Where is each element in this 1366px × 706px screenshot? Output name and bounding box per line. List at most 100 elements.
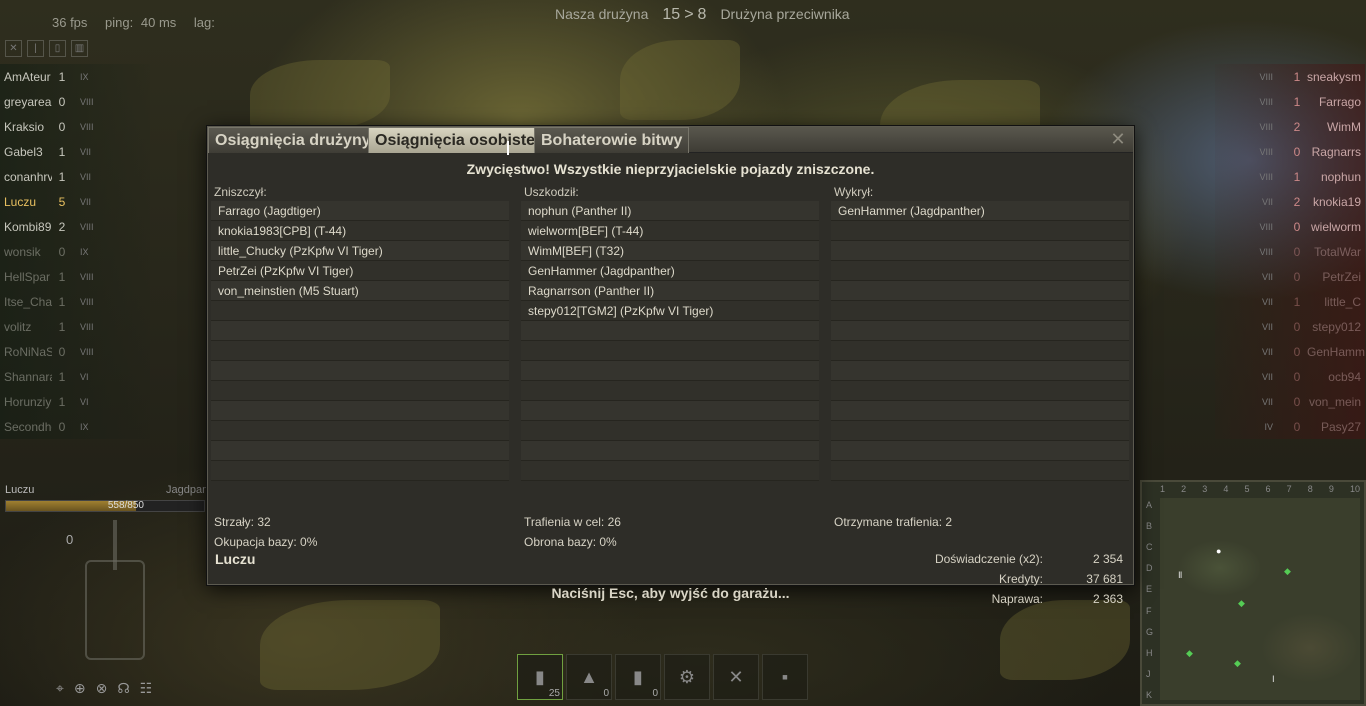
commander-icon: ⌖ [56, 680, 64, 696]
base-marker-icon: Ⅰ [1272, 674, 1275, 684]
consumable-count: 25 [548, 688, 560, 699]
player-name: sneakysm [1307, 69, 1362, 84]
minimap-column-labels: 1 2 3 4 5 6 7 8 9 10 [1160, 484, 1360, 494]
empty-row [831, 261, 1129, 281]
player-name: Shannara [4, 369, 52, 384]
player-row: AmAteur 1 IX [0, 64, 150, 89]
player-name: Luczu [215, 551, 256, 567]
player-frags: 0 [58, 244, 66, 259]
empty-row [831, 421, 1129, 441]
empty-row [521, 421, 819, 441]
base-marker-icon: Ⅱ [1178, 570, 1183, 580]
shell-icon: ▮ [535, 666, 545, 687]
radio-icon: ☊ [117, 680, 130, 696]
tank-tier: VIII [80, 121, 94, 132]
shell-icon-3: ▮ [633, 666, 643, 687]
minimap-col-label: 5 [1244, 484, 1250, 494]
score-ours: 15 [662, 6, 681, 23]
tank-tier: VIII [1259, 171, 1273, 182]
player-name: ocb94 [1328, 369, 1361, 384]
empty-row [831, 441, 1129, 461]
empty-row [831, 461, 1129, 481]
minimap-row-label: F [1146, 605, 1152, 616]
hits-received-stat: Otrzymane trafienia: 2 [834, 515, 953, 529]
vehicle-entry: nophun (Panther II) [521, 201, 819, 221]
battle-results-dialog: Osiągnięcia drużyny Osiągnięcia osobiste… [207, 126, 1134, 606]
player-frags: 1 [1293, 69, 1301, 84]
minimap-row-label: J [1146, 668, 1151, 679]
own-vehicle-panel: Luczu Jagdpan 558/850 0 ⌖ ⊕ ⊗ ☊ ☷ [0, 480, 210, 706]
player-row: VII 2 knokia19 [1215, 189, 1365, 214]
empty-row [521, 461, 819, 481]
panel-mode-short-icon[interactable]: | [27, 40, 44, 57]
minimap-row-labels: A BCDEFGHJK [1146, 500, 1153, 700]
player-row: greyarea 0 VIII [0, 89, 150, 114]
tank-tier: IX [80, 71, 89, 82]
player-row: VIII 0 wielworm [1215, 214, 1365, 239]
minimap-col-label: 3 [1202, 484, 1208, 494]
player-row: VIII 0 TotalWar [1215, 239, 1365, 264]
tank-tier: VIII [1259, 71, 1273, 82]
panel-mode-long-icon[interactable]: ▥ [71, 40, 88, 57]
foliage [1000, 600, 1130, 680]
player-row: VII 0 GenHamme [1215, 339, 1365, 364]
player-row: Shannara 1 VI [0, 364, 150, 389]
team-score: Nasza drużyna 15 > 8 Drużyna przeciwnika [555, 6, 850, 24]
ping-label: ping: [105, 15, 134, 30]
mouse-cursor-icon [507, 141, 517, 155]
player-name: Luczu [4, 194, 37, 209]
player-frags: 0 [1293, 344, 1301, 359]
consumable-slot[interactable]: ▮ 25 [517, 654, 563, 700]
player-frags: 0 [58, 419, 66, 434]
spotted-column: Wykrył: GenHammer (Jagdpanther) [828, 183, 1129, 481]
tank-tier: VII [1261, 371, 1273, 382]
damaged-column: Uszkodził: nophun (Panther II) wielworm[B… [518, 183, 819, 481]
player-name: Horunziy [4, 394, 52, 409]
panel-mode-hide-icon[interactable]: ✕ [5, 40, 22, 57]
consumable-slot[interactable]: ⚙ [664, 654, 710, 700]
destroyed-list: Farrago (Jagdtiger) knokia1983[CPB] (T-44… [211, 201, 509, 481]
player-name: volitz [4, 319, 32, 334]
empty-row [831, 221, 1129, 241]
minimap-col-label: 2 [1181, 484, 1187, 494]
player-name: conanhrv [4, 169, 52, 184]
lag-label: lag: [193, 15, 215, 30]
panel-mode-medium-icon[interactable]: ▯ [49, 40, 66, 57]
empty-row [831, 401, 1129, 421]
tab-bar: Osiągnięcia drużyny Osiągnięcia osobiste… [208, 127, 1133, 153]
dialog-content: Zwycięstwo! Wszystkie nieprzyjacielskie … [208, 153, 1133, 606]
tab-team-achievements[interactable]: Osiągnięcia drużyny [208, 127, 378, 153]
tank-tier: VIII [1259, 96, 1273, 107]
vehicle-entry: Ragnarrson (Panther II) [521, 281, 819, 301]
tank-tier: IX [80, 246, 89, 257]
consumable-slot[interactable]: ▮ 0 [615, 654, 661, 700]
player-frags: 1 [58, 394, 66, 409]
player-row: Gabel3 1 VII [0, 139, 150, 164]
player-name: Itse_Cha [4, 294, 52, 309]
player-name: TotalWar [1314, 244, 1361, 259]
tank-tier: VIII [1259, 221, 1273, 232]
shots-stat: Strzały: 32 [214, 515, 271, 529]
tab-battle-heroes[interactable]: Bohaterowie bitwy [534, 127, 690, 153]
player-row: Kombi89 2 VIII [0, 214, 150, 239]
consumable-slot[interactable]: ✕ [713, 654, 759, 700]
consumable-slot[interactable]: ▲ 0 [566, 654, 612, 700]
player-row: Itse_Cha 1 VIII [0, 289, 150, 314]
vehicle-entry: von_meinstien (M5 Stuart) [211, 281, 509, 301]
score-enemy: 8 [697, 6, 707, 23]
close-icon[interactable]: ✕ [1109, 130, 1127, 149]
our-team-label: Nasza drużyna [555, 6, 649, 22]
player-name: von_mein [1308, 394, 1361, 409]
tank-tier: VII [80, 146, 92, 157]
player-name: Ragnarrs [1311, 144, 1361, 159]
player-row: VII 0 ocb94 [1215, 364, 1365, 389]
reward-label: Doświadczenie (x2): [934, 552, 1043, 566]
player-row: wonsik 0 IX [0, 239, 150, 264]
minimap[interactable]: 1 2 3 4 5 6 7 8 9 10 A BCDEFGHJK Ⅱ Ⅰ ◆ ◆ ◆ ◆ ● [1140, 480, 1366, 706]
player-frags: 0 [1293, 394, 1301, 409]
consumable-slot[interactable]: ▪ [762, 654, 808, 700]
player-frags: 1 [1293, 294, 1301, 309]
player-name: AmAteur [4, 69, 51, 84]
base-capture-stat: Okupacja bazy: 0% [214, 535, 318, 549]
player-row: VIII 0 Ragnarrs [1215, 139, 1365, 164]
